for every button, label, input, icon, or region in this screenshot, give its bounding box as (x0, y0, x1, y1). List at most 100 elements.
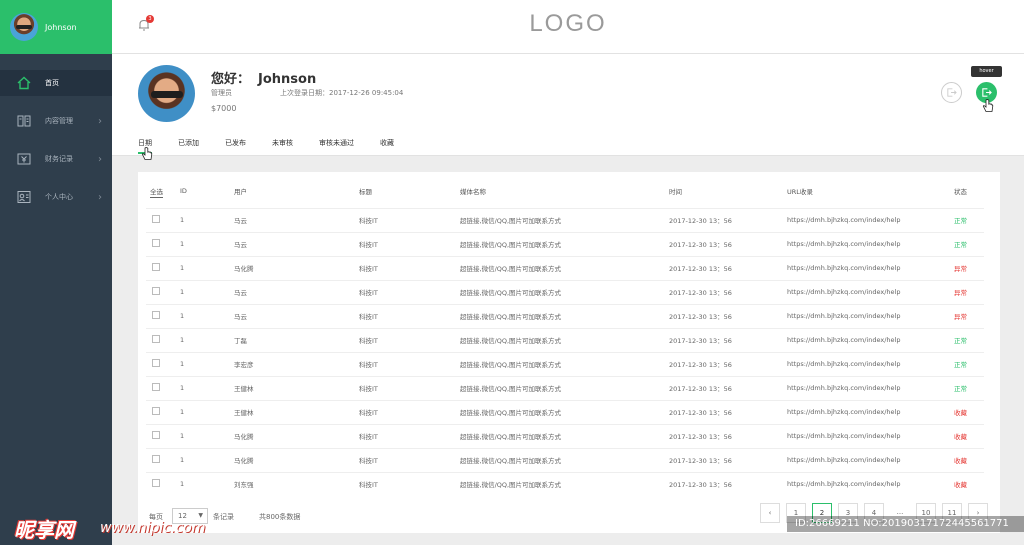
table-row[interactable]: 1 马云 科技IT 超链接,微信/QQ,图片可加联系方式 2017-12-30 13：5… (146, 231, 984, 256)
table-row[interactable]: 1 李宏彦 科技IT 超链接,微信/QQ,图片可加联系方式 2017-12-30 13：… (146, 351, 984, 376)
row-checkbox[interactable] (152, 287, 160, 295)
cell-title: 科技IT (359, 447, 460, 472)
watermark-url: www.nipic.com (100, 520, 206, 536)
cell-media: 超链接,微信/QQ,图片可加联系方式 (460, 351, 669, 376)
row-checkbox[interactable] (152, 479, 160, 488)
tab-published[interactable]: 已发布 (225, 138, 246, 154)
row-checkbox[interactable] (152, 215, 160, 223)
logout-button[interactable] (941, 82, 962, 103)
select-all[interactable]: 全选 (150, 187, 163, 198)
cell-url: https://dmh.bjhzkq.com/index/help (787, 255, 954, 280)
greeting: 您好： Johnson (211, 68, 316, 87)
cell-time: 2017-12-30 13：56 (669, 447, 787, 472)
table-row[interactable]: 1 马云 科技IT 超链接,微信/QQ,图片可加联系方式 2017-12-30 13：5… (146, 207, 984, 232)
cell-status: 正常 (954, 351, 984, 376)
chevron-right-icon: › (98, 115, 102, 127)
cell-user: 刘东强 (234, 471, 359, 496)
table-row[interactable]: 1 王健林 科技IT 超链接,微信/QQ,图片可加联系方式 2017-12-30 13：… (146, 375, 984, 400)
table-header: 全选 ID 用户 标题 媒体名称 时间 URL收录 状态 (146, 172, 984, 208)
table-row[interactable]: 1 刘东强 科技IT 超链接,微信/QQ,图片可加联系方式 2017-12-30 13：… (146, 471, 984, 496)
table-row[interactable]: 1 马化腾 科技IT 超链接,微信/QQ,图片可加联系方式 2017-12-30 13：… (146, 255, 984, 280)
sidebar-item-finance[interactable]: 财务记录 › (0, 146, 112, 172)
cell-user: 马化腾 (234, 447, 359, 472)
row-checkbox[interactable] (152, 431, 160, 439)
cell-checkbox (146, 447, 180, 472)
cell-time: 2017-12-30 13：56 (669, 423, 787, 448)
cell-id: 1 (180, 231, 234, 256)
col-time: 时间 (669, 187, 682, 196)
cell-time: 2017-12-30 13：56 (669, 207, 787, 232)
cell-checkbox (146, 375, 180, 400)
cell-media: 超链接,微信/QQ,图片可加联系方式 (460, 231, 669, 256)
row-checkbox[interactable] (152, 407, 160, 415)
row-checkbox[interactable] (152, 311, 160, 319)
watermark-logo: 昵享网 (14, 518, 74, 542)
cell-checkbox (146, 279, 180, 304)
hand-cursor-icon (141, 147, 153, 160)
cell-id: 1 (180, 207, 234, 232)
tab-rejected[interactable]: 审核未通过 (319, 138, 354, 154)
home-icon (17, 76, 31, 90)
cell-user: 李宏彦 (234, 351, 359, 376)
cell-time: 2017-12-30 13：56 (669, 399, 787, 424)
last-login: 上次登录日期：2017-12-26 09:45:04 (280, 89, 404, 97)
cell-user: 马云 (234, 207, 359, 232)
row-checkbox[interactable] (152, 359, 160, 367)
sidebar-user[interactable]: Johnson (0, 0, 112, 54)
sidebar-item-content[interactable]: 内容管理 › (0, 108, 112, 134)
row-checkbox[interactable] (152, 455, 160, 463)
row-checkbox[interactable] (152, 335, 160, 343)
cell-user: 马云 (234, 303, 359, 328)
cell-status: 收藏 (954, 471, 984, 496)
col-title: 标题 (359, 187, 372, 196)
table-row[interactable]: 1 马化腾 科技IT 超链接,微信/QQ,图片可加联系方式 2017-12-30 13：… (146, 423, 984, 448)
col-media: 媒体名称 (460, 187, 486, 196)
cell-user: 马化腾 (234, 423, 359, 448)
cell-time: 2017-12-30 13：56 (669, 279, 787, 304)
cell-title: 科技IT (359, 351, 460, 376)
cell-id: 1 (180, 447, 234, 472)
sidebar-item-label: 财务记录 (45, 155, 73, 163)
cell-url: https://dmh.bjhzkq.com/index/help (787, 447, 954, 472)
table-row[interactable]: 1 马云 科技IT 超链接,微信/QQ,图片可加联系方式 2017-12-30 13：5… (146, 303, 984, 328)
tab-unreviewed[interactable]: 未审核 (272, 138, 293, 154)
cell-user: 王健林 (234, 375, 359, 400)
cell-url: https://dmh.bjhzkq.com/index/help (787, 279, 954, 304)
table-row[interactable]: 1 马云 科技IT 超链接,微信/QQ,图片可加联系方式 2017-12-30 13：5… (146, 279, 984, 304)
table-row[interactable]: 1 丁磊 科技IT 超链接,微信/QQ,图片可加联系方式 2017-12-30 13：5… (146, 327, 984, 352)
cell-title: 科技IT (359, 471, 460, 496)
row-checkbox[interactable] (152, 383, 160, 391)
tab-favorites[interactable]: 收藏 (380, 138, 394, 154)
sidebar-item-profile[interactable]: 个人中心 › (0, 184, 112, 210)
table-row[interactable]: 1 马化腾 科技IT 超链接,微信/QQ,图片可加联系方式 2017-12-30 13：… (146, 447, 984, 472)
cell-url: https://dmh.bjhzkq.com/index/help (787, 399, 954, 424)
cell-url: https://dmh.bjhzkq.com/index/help (787, 423, 954, 448)
user-role: 管理员 (211, 89, 232, 97)
cell-status: 异常 (954, 303, 984, 328)
cell-title: 科技IT (359, 279, 460, 304)
chevron-right-icon: › (98, 153, 102, 165)
table-row[interactable]: 1 王健林 科技IT 超链接,微信/QQ,图片可加联系方式 2017-12-30 13：… (146, 399, 984, 424)
cell-title: 科技IT (359, 255, 460, 280)
user-card-icon (17, 190, 31, 204)
tab-added[interactable]: 已添加 (178, 138, 199, 154)
cell-user: 马云 (234, 279, 359, 304)
row-checkbox[interactable] (152, 239, 160, 247)
cell-user: 丁磊 (234, 327, 359, 352)
watermark-id: ID:26669211 NO:20190317172445561771 (787, 516, 1024, 532)
cell-time: 2017-12-30 13：56 (669, 327, 787, 352)
sidebar-item-home[interactable]: 首页 (0, 70, 112, 96)
cell-media: 超链接,微信/QQ,图片可加联系方式 (460, 375, 669, 400)
cell-status: 异常 (954, 279, 984, 304)
avatar[interactable] (10, 13, 38, 41)
cell-title: 科技IT (359, 303, 460, 328)
chevron-right-icon: › (98, 191, 102, 203)
profile-name: Johnson (258, 72, 317, 87)
cell-time: 2017-12-30 13：56 (669, 255, 787, 280)
cell-checkbox (146, 351, 180, 376)
cell-checkbox (146, 327, 180, 352)
cell-url: https://dmh.bjhzkq.com/index/help (787, 351, 954, 376)
col-url: URL收录 (787, 187, 813, 196)
cell-title: 科技IT (359, 399, 460, 424)
row-checkbox[interactable] (152, 263, 160, 271)
